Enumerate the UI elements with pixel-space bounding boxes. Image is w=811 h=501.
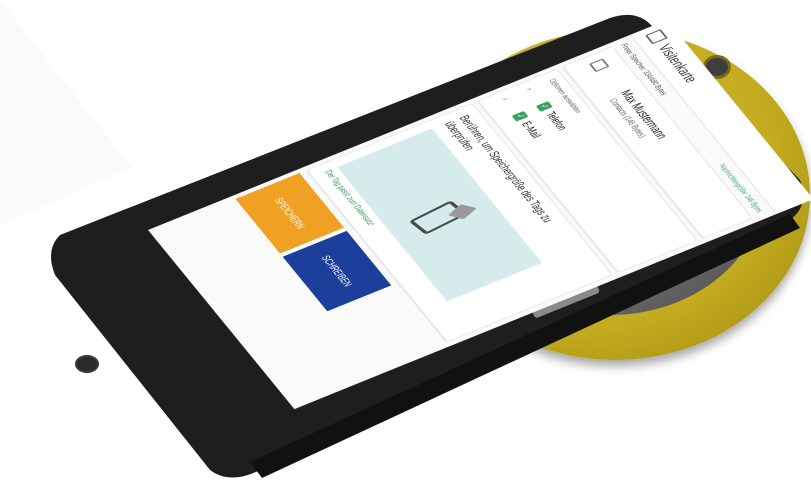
checkbox-checked-icon[interactable]: ✓ xyxy=(535,101,553,112)
contact-card-icon xyxy=(645,29,668,45)
option-label: E-Mail xyxy=(519,119,545,140)
chevron-icon: › xyxy=(523,85,537,93)
save-button-label: SPEICHERN xyxy=(271,196,308,231)
write-button-label: SCHREIBEN xyxy=(318,253,356,289)
contact-icon xyxy=(589,58,610,73)
option-label: Telefon xyxy=(543,109,571,133)
checkbox-checked-icon[interactable]: ✓ xyxy=(511,110,529,122)
chevron-icon: › xyxy=(499,95,513,103)
